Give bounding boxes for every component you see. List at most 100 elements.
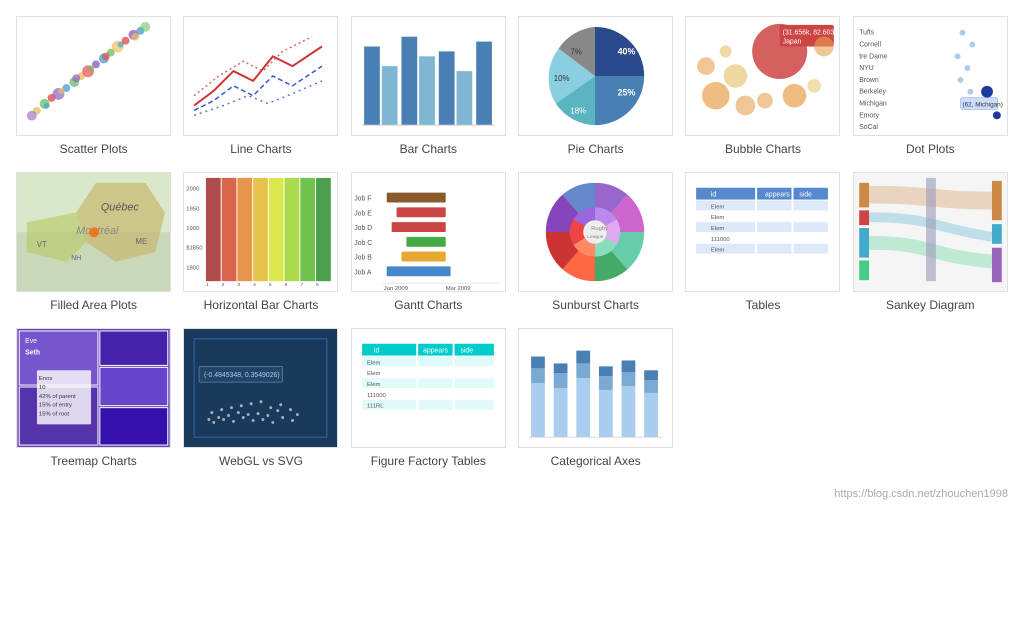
horizbar-label: Horizontal Bar Charts [204,298,319,312]
svg-text:Job D: Job D [354,225,372,232]
tables-label: Tables [746,298,781,312]
svg-text:Job F: Job F [354,196,371,203]
chart-item-bubble[interactable]: (31.656k, 82.603) Japan Bubble Charts [685,16,840,156]
svg-text:Tufts: Tufts [859,30,875,37]
chart-item-line[interactable]: Line Charts [183,16,338,156]
svg-text:1: 1 [206,282,209,288]
svg-text:1800: 1800 [187,265,201,271]
bubble-thumb[interactable]: (31.656k, 82.603) Japan [685,16,840,136]
svg-text:id: id [711,192,717,199]
chart-item-webgl[interactable]: (-0.4845348, 0.3549026) WebGL vs SVG [183,328,338,468]
bubble-svg: (31.656k, 82.603) Japan [686,17,839,135]
svg-text:Elem: Elem [367,382,381,388]
svg-text:111RL: 111RL [367,404,384,410]
gantt-svg: Job F Job E Job D Job C Job B Job A Jan … [352,173,505,291]
svg-text:Emory: Emory [859,112,879,119]
svg-text:appears: appears [765,192,790,199]
chart-item-horizbar[interactable]: 2000 1950 1900 $1850 1800 1 2 3 4 5 [183,172,338,312]
svg-text:42% of parent: 42% of parent [39,394,76,400]
svg-text:Elem: Elem [367,360,381,366]
svg-text:(31.656k, 82.603): (31.656k, 82.603) [783,30,837,37]
pie-thumb[interactable]: 40% 25% 18% 10% 7% [518,16,673,136]
chart-item-filledarea[interactable]: Québec Montréal ME VT NH Filled Area Plo… [16,172,171,312]
svg-text:NH: NH [71,255,81,262]
svg-text:id: id [374,348,380,355]
svg-text:Jan 2009: Jan 2009 [384,286,408,291]
bubble-label: Bubble Charts [725,142,801,156]
figfact-svg: id appears side Ele [352,329,505,447]
scatter-svg [17,17,170,135]
line-thumb[interactable] [183,16,338,136]
webgl-thumb[interactable]: (-0.4845348, 0.3549026) [183,328,338,448]
filledarea-svg: Québec Montréal ME VT NH [17,173,170,291]
chart-item-sunburst[interactable]: Rugby League Sunburst Charts [518,172,673,312]
scatter-label: Scatter Plots [60,142,128,156]
dotplot-svg: Tufts Cornell tre Dame NYU Brown Berkele… [854,17,1007,135]
svg-text:25%: 25% [618,88,636,98]
sankey-thumb[interactable] [853,172,1008,292]
svg-text:(-0.4845348, 0.3549026): (-0.4845348, 0.3549026) [204,372,280,379]
chart-item-catax[interactable]: Categorical Axes [518,328,673,468]
svg-text:111000: 111000 [711,237,731,243]
svg-text:tre Dame: tre Dame [859,53,887,60]
svg-text:$1850: $1850 [187,246,204,252]
svg-text:3: 3 [238,282,241,288]
treemap-thumb[interactable]: Eve Seth Enos 10 42% of parent 15% of en… [16,328,171,448]
chart-item-scatter[interactable]: Scatter Plots [16,16,171,156]
chart-item-figfact[interactable]: id appears side Ele [351,328,506,468]
svg-text:VT: VT [37,240,47,249]
pie-label: Pie Charts [568,142,624,156]
chart-item-gantt[interactable]: Job F Job E Job D Job C Job B Job A Jan … [351,172,506,312]
svg-text:18%: 18% [571,106,587,115]
chart-item-dotplot[interactable]: Tufts Cornell tre Dame NYU Brown Berkele… [853,16,1008,156]
webgl-svg: (-0.4845348, 0.3549026) [184,329,337,447]
horizbar-thumb[interactable]: 2000 1950 1900 $1850 1800 1 2 3 4 5 [183,172,338,292]
horizbar-svg: 2000 1950 1900 $1850 1800 1 2 3 4 5 [184,173,337,291]
svg-text:6: 6 [285,282,288,288]
svg-text:2: 2 [222,282,225,288]
bar-thumb[interactable] [351,16,506,136]
svg-text:Job E: Job E [354,210,372,217]
chart-gallery: Scatter Plots Line Charts [16,16,1008,500]
svg-text:Japan: Japan [783,39,802,46]
svg-text:Rugby: Rugby [591,226,608,232]
catax-svg [519,329,672,447]
chart-item-bar[interactable]: Bar Charts [351,16,506,156]
svg-text:15% of entry: 15% of entry [39,403,72,409]
svg-text:League: League [587,234,604,240]
line-svg [184,17,337,135]
svg-text:Elem: Elem [711,248,725,254]
svg-text:2000: 2000 [187,187,201,193]
gantt-thumb[interactable]: Job F Job E Job D Job C Job B Job A Jan … [351,172,506,292]
dotplot-thumb[interactable]: Tufts Cornell tre Dame NYU Brown Berkele… [853,16,1008,136]
svg-text:111000: 111000 [367,393,387,399]
tables-svg: id appears side Ele [686,173,839,291]
footer-link: https://blog.csdn.net/zhouchen1998 [16,488,1008,500]
svg-text:side: side [460,348,473,355]
svg-text:side: side [800,192,813,199]
filledarea-label: Filled Area Plots [50,298,137,312]
catax-thumb[interactable] [518,328,673,448]
scatter-thumb[interactable] [16,16,171,136]
chart-item-sankey[interactable]: Sankey Diagram [853,172,1008,312]
svg-text:Michigan: Michigan [859,101,887,108]
sankey-label: Sankey Diagram [886,298,975,312]
figfact-thumb[interactable]: id appears side Ele [351,328,506,448]
svg-text:10: 10 [39,385,46,391]
catax-label: Categorical Axes [551,454,641,468]
svg-text:Eve: Eve [25,338,37,345]
sunburst-label: Sunburst Charts [552,298,639,312]
chart-item-tables[interactable]: id appears side Ele [685,172,840,312]
chart-item-treemap[interactable]: Eve Seth Enos 10 42% of parent 15% of en… [16,328,171,468]
filledarea-thumb[interactable]: Québec Montréal ME VT NH [16,172,171,292]
svg-text:7: 7 [301,282,304,288]
sunburst-thumb[interactable]: Rugby League [518,172,673,292]
svg-text:SoCal: SoCal [859,124,878,131]
svg-text:Québec: Québec [101,202,140,214]
chart-item-pie[interactable]: 40% 25% 18% 10% 7% Pie Charts [518,16,673,156]
svg-text:15% of root: 15% of root [39,412,69,418]
figfact-label: Figure Factory Tables [371,454,486,468]
sunburst-svg: Rugby League [519,173,672,291]
svg-text:Berkeley: Berkeley [859,89,886,96]
tables-thumb[interactable]: id appears side Ele [685,172,840,292]
